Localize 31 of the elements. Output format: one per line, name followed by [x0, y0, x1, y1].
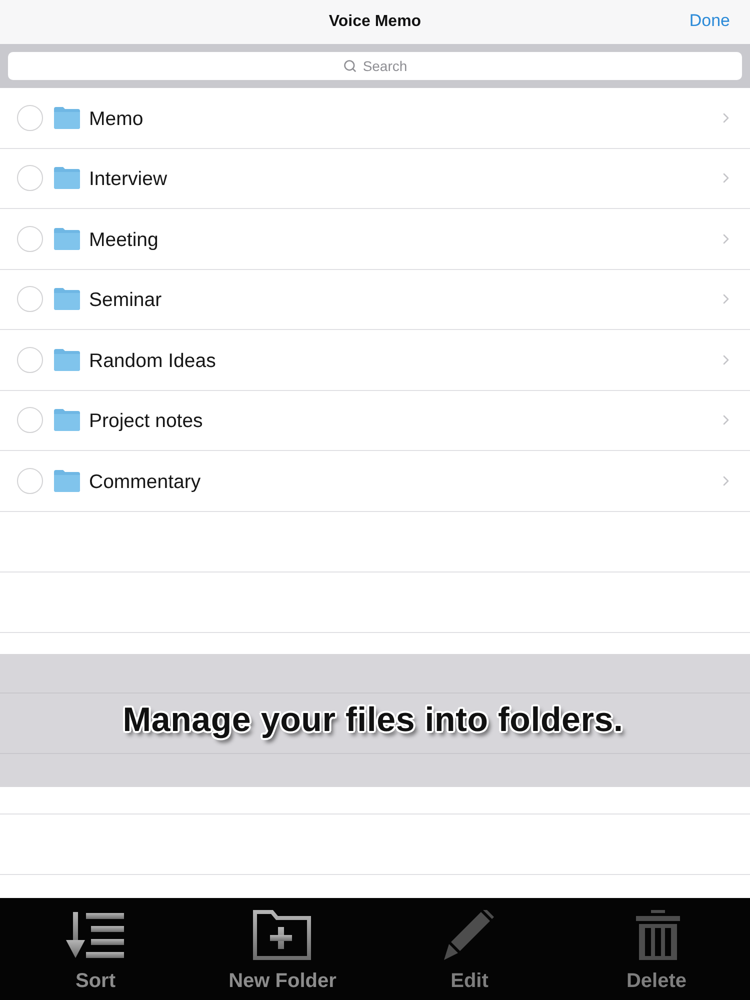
- search-placeholder: Search: [362, 58, 408, 74]
- folder-row[interactable]: Project notes: [0, 390, 750, 451]
- folder-name: Memo: [89, 106, 144, 131]
- selection-circle-icon[interactable]: [17, 468, 43, 494]
- selection-circle-icon[interactable]: [17, 165, 43, 192]
- nav-title: Voice Memo: [328, 13, 422, 31]
- folder-name: Interview: [89, 167, 168, 192]
- folder-icon: [54, 288, 80, 310]
- folder-name: Meeting: [89, 228, 160, 252]
- folder-icon: [54, 167, 80, 190]
- toolbar-button[interactable]: New Folder: [222, 906, 342, 992]
- selection-circle-icon[interactable]: [17, 407, 43, 434]
- caption-text: Manage your files into folders.: [122, 700, 624, 740]
- folder-icon: [54, 409, 80, 432]
- folder-row[interactable]: Interview: [0, 148, 750, 209]
- toolbar-button[interactable]: Sort: [60, 906, 132, 992]
- folder-name: Seminar: [89, 288, 163, 312]
- folder-name: Random Ideas: [89, 348, 217, 373]
- folder-icon: [54, 348, 80, 371]
- folder-icon: [54, 228, 80, 250]
- selection-circle-icon[interactable]: [17, 104, 43, 131]
- selection-circle-icon[interactable]: [17, 226, 43, 252]
- selection-circle-icon[interactable]: [17, 286, 43, 312]
- selection-circle-icon[interactable]: [17, 346, 43, 373]
- new-folder-icon: [252, 910, 312, 962]
- folder-name: Project notes: [89, 409, 204, 434]
- folder-icon: [54, 106, 80, 129]
- search-icon: [342, 59, 357, 73]
- folder-icon: [54, 470, 80, 492]
- folder-name: Commentary: [89, 470, 202, 494]
- folder-row[interactable]: Seminar: [0, 270, 750, 330]
